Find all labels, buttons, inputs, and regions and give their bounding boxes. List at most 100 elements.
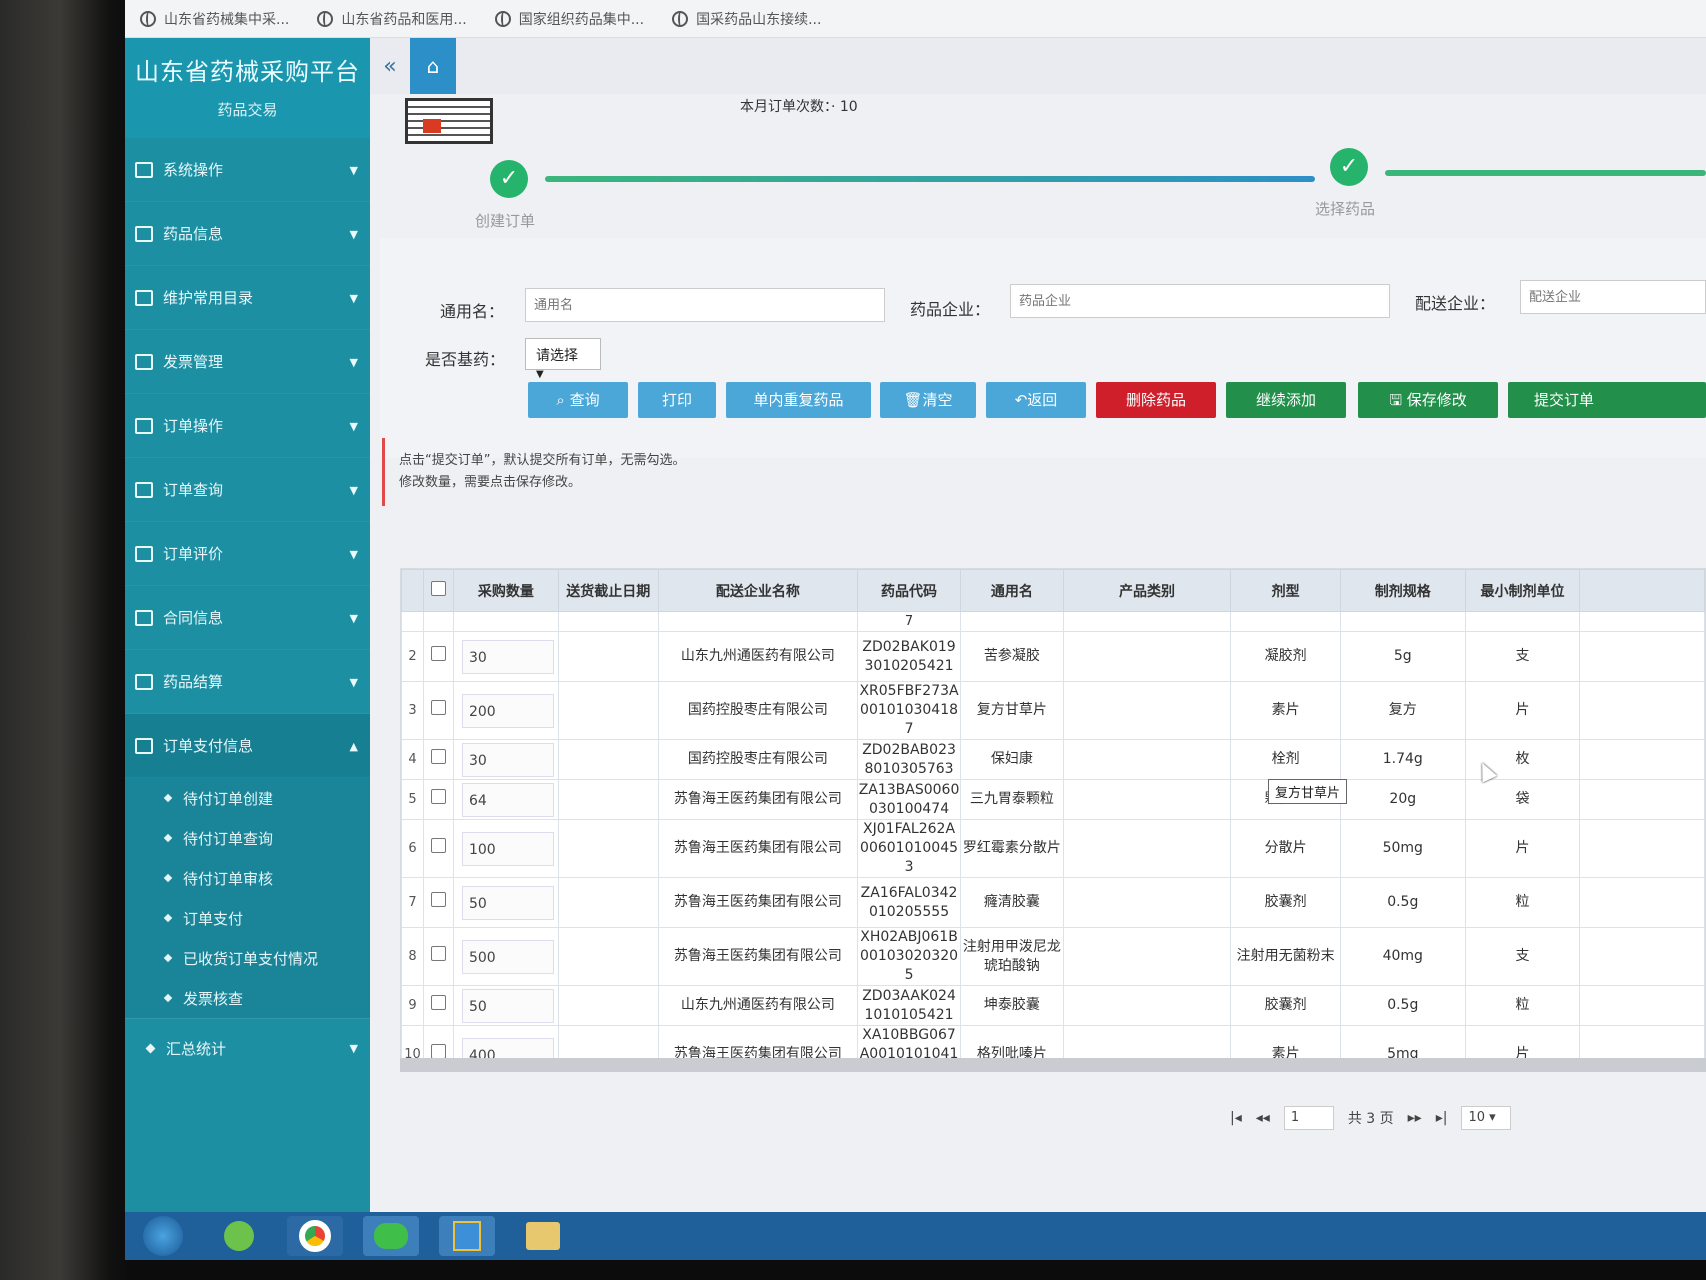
chrome-taskbar-button[interactable]	[287, 1216, 343, 1256]
quantity-input[interactable]: 30	[461, 639, 554, 674]
chevron-down-icon: ▼	[349, 420, 358, 433]
page-number-input[interactable]: 1	[1283, 1106, 1334, 1130]
last-page-icon[interactable]: ▸|	[1436, 1110, 1448, 1126]
quantity-input[interactable]: 50	[461, 885, 554, 920]
bookmark-3[interactable]: 国家组织药品集中...	[494, 9, 644, 29]
submenu-item[interactable]: 发票核查	[125, 978, 370, 1018]
row-checkbox[interactable]	[430, 789, 446, 804]
collapse-sidebar-button[interactable]: «	[370, 54, 410, 79]
delivery-company-input[interactable]	[1520, 280, 1706, 314]
column-header[interactable]: 送货截止日期	[557, 569, 659, 612]
column-header[interactable]: 产品类别	[1062, 569, 1232, 612]
essential-drug-select[interactable]: 请选择 ▼	[525, 338, 601, 380]
table-row[interactable]: 2 30 山东九州通医药有限公司 ZD02BAK019 3010205421 苦参凝胶 凝…	[401, 631, 1705, 682]
table-row[interactable]: 5 64 苏鲁海王医药集团有限公司 ZA13BAS0060 030100474 三九胃泰…	[401, 779, 1705, 820]
total-pages: 共 3 页	[1347, 1111, 1394, 1127]
sidebar-item-order-query[interactable]: 订单查询 ▼	[125, 458, 370, 522]
notice-box: 点击“提交订单”，默认提交所有订单，无需勾选。 修改数量，需要点击保存修改。	[382, 438, 982, 506]
first-page-icon[interactable]: |◂	[1230, 1110, 1242, 1126]
table-row[interactable]: 7 50 苏鲁海王医药集团有限公司 ZA16FAL0342 010205555 癃清胶囊…	[401, 877, 1705, 928]
wechat-icon	[374, 1223, 408, 1249]
submit-order-button[interactable]: 提交订单	[1508, 382, 1706, 418]
bullet-icon	[163, 993, 173, 1003]
continue-add-button[interactable]: 继续添加	[1226, 382, 1346, 418]
prev-page-icon[interactable]: ◂◂	[1256, 1110, 1270, 1126]
row-checkbox[interactable]	[430, 1044, 446, 1059]
bookmark-2[interactable]: 山东省药品和医用...	[317, 9, 467, 29]
submenu-item[interactable]: 已收货订单支付情况	[125, 938, 370, 978]
row-checkbox[interactable]	[430, 838, 446, 853]
quantity-input[interactable]: 200	[461, 693, 554, 728]
duplicate-drugs-button[interactable]: 单内重复药品	[726, 382, 871, 418]
horizontal-scrollbar[interactable]	[400, 1058, 1706, 1072]
clear-button[interactable]: 🗑清空	[880, 382, 976, 418]
quantity-input[interactable]: 30	[461, 742, 554, 777]
row-checkbox[interactable]	[430, 995, 446, 1010]
wechat-taskbar-button[interactable]	[363, 1216, 419, 1256]
sidebar-item-order-review[interactable]: 订单评价 ▼	[125, 522, 370, 586]
quantity-input[interactable]: 100	[461, 831, 554, 866]
submenu-item[interactable]: 订单支付	[125, 898, 370, 938]
next-page-icon[interactable]: ▸▸	[1408, 1110, 1422, 1126]
query-button[interactable]: ⌕ 查询	[528, 382, 628, 418]
step-1-label: 创建订单	[475, 212, 536, 230]
sidebar-item-invoice[interactable]: 发票管理 ▼	[125, 330, 370, 394]
bookmark-4[interactable]: 国采药品山东接续...	[672, 9, 821, 29]
row-checkbox	[422, 927, 454, 986]
sidebar-item-settlement[interactable]: 药品结算 ▼	[125, 650, 370, 714]
bookmark-1[interactable]: 山东省药械集中采...	[140, 9, 289, 29]
quantity-input[interactable]: 500	[461, 939, 554, 974]
submenu-item[interactable]: 待付订单审核	[125, 858, 370, 898]
start-button[interactable]	[135, 1216, 191, 1256]
order-table: 采购数量 送货截止日期 配送企业名称 药品代码 通用名 产品类别 剂型 制剂规格…	[400, 568, 1706, 1068]
app-taskbar-button[interactable]	[439, 1216, 495, 1256]
company-input[interactable]	[1010, 284, 1390, 318]
back-button[interactable]: ↶返回	[986, 382, 1086, 418]
sidebar-item-contract[interactable]: 合同信息 ▼	[125, 586, 370, 650]
sidebar-item-payment[interactable]: 订单支付信息 ▲	[125, 714, 370, 778]
save-changes-button[interactable]: 🖫 保存修改	[1358, 382, 1498, 418]
quantity-input[interactable]: 64	[461, 782, 554, 817]
column-header[interactable]: 药品代码	[857, 569, 962, 612]
column-header[interactable]: 剂型	[1230, 569, 1341, 612]
page-size-select[interactable]: 10 ▾	[1461, 1106, 1512, 1130]
column-header-select[interactable]	[422, 569, 454, 612]
generic-name-input[interactable]	[525, 288, 885, 322]
table-row[interactable]: 4 30 国药控股枣庄有限公司 ZD02BAB023 8010305763 保妇康 栓剂 1…	[401, 739, 1705, 780]
sidebar-item-catalog[interactable]: 维护常用目录 ▼	[125, 266, 370, 330]
explorer-taskbar-button[interactable]	[515, 1216, 571, 1256]
submenu-item[interactable]: 待付订单创建	[125, 778, 370, 818]
delete-drug-button[interactable]: 删除药品	[1096, 382, 1216, 418]
column-header[interactable]: 制剂规格	[1339, 569, 1466, 612]
column-header[interactable]: 最小制剂单位	[1464, 569, 1581, 612]
row-checkbox[interactable]	[430, 749, 446, 764]
chevron-down-icon: ▼	[349, 356, 358, 369]
cell-unit: 支	[1464, 631, 1581, 682]
sidebar-item-system[interactable]: 系统操作 ▼	[125, 138, 370, 202]
cell-deadline	[557, 779, 659, 820]
cell-index: 8	[401, 927, 424, 986]
row-checkbox[interactable]	[430, 946, 446, 961]
ie-taskbar-button[interactable]	[211, 1216, 267, 1256]
quantity-input[interactable]: 50	[461, 988, 554, 1023]
sidebar-item-drug-info[interactable]: 药品信息 ▼	[125, 202, 370, 266]
print-button[interactable]: 打印	[638, 382, 716, 418]
table-row[interactable]: 8 500 苏鲁海王医药集团有限公司 XH02ABJ061B 00103020320 …	[401, 927, 1705, 986]
table-row[interactable]: 3 200 国药控股枣庄有限公司 XR05FBF273A 00101030418 7复…	[401, 681, 1705, 740]
table-row[interactable]: 9 50 山东九州通医药有限公司 ZD03AAK024 1010105421 坤泰胶囊 胶…	[401, 985, 1705, 1026]
column-header[interactable]: 通用名	[960, 569, 1064, 612]
select-all-checkbox[interactable]	[430, 581, 446, 596]
sidebar-item-order-ops[interactable]: 订单操作 ▼	[125, 394, 370, 458]
bullet-icon	[145, 1043, 156, 1054]
column-header[interactable]: 采购数量	[452, 569, 559, 612]
submenu-item[interactable]: 待付订单查询	[125, 818, 370, 858]
home-button[interactable]: ⌂	[410, 38, 456, 94]
table-row[interactable]: 6 100 苏鲁海王医药集团有限公司 XJ01FAL262A 00601010045 …	[401, 819, 1705, 878]
row-checkbox[interactable]	[430, 700, 446, 715]
row-checkbox[interactable]	[430, 892, 446, 907]
delivery-company-label: 配送企业：	[1415, 294, 1496, 313]
cell-company: 苏鲁海王医药集团有限公司	[657, 877, 859, 928]
sidebar-item-summary[interactable]: 汇总统计 ▼	[125, 1018, 370, 1078]
row-checkbox[interactable]	[430, 646, 446, 661]
column-header[interactable]: 配送企业名称	[657, 569, 859, 612]
